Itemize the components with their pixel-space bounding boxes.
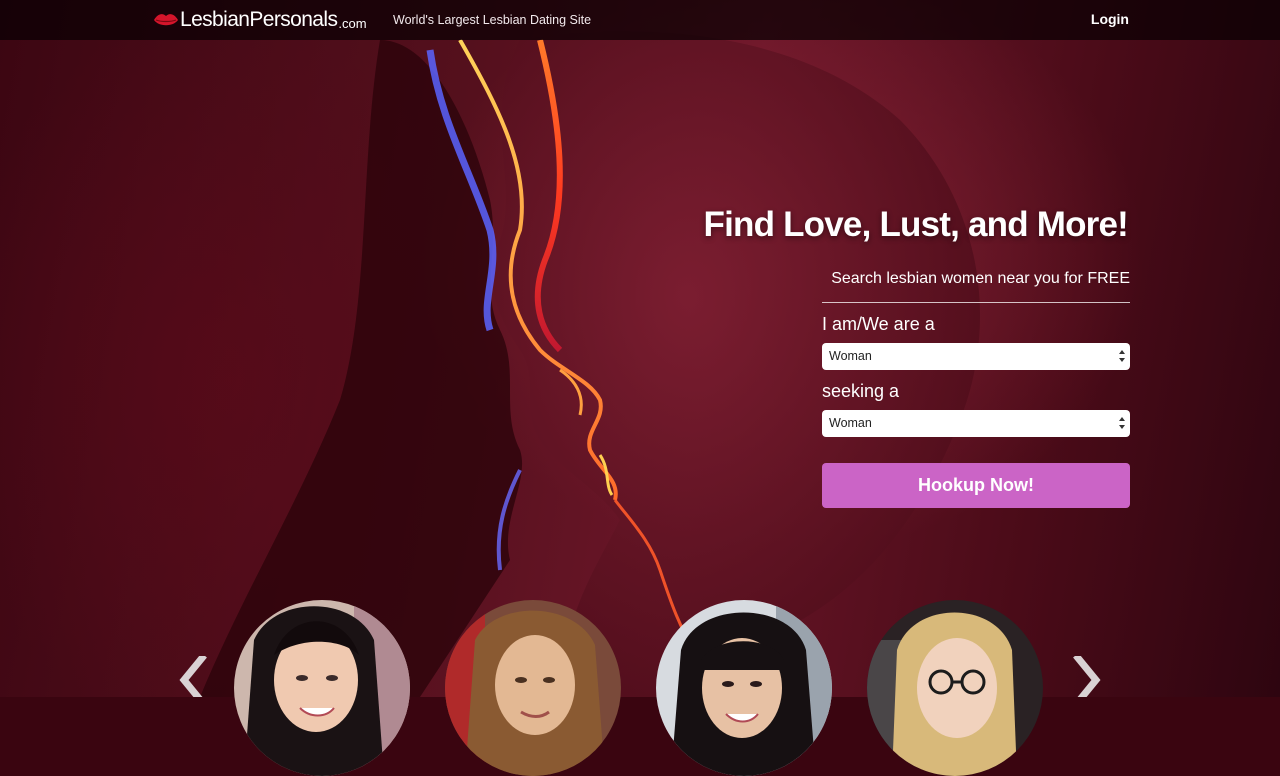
gender-label: I am/We are a [822, 314, 935, 334]
select-arrows-icon [1119, 350, 1125, 362]
gender-select[interactable]: Woman [822, 343, 1130, 370]
profile-photo-2-image [445, 600, 621, 776]
chevron-right-icon[interactable] [1068, 656, 1108, 697]
site-tagline: World's Largest Lesbian Dating Site [393, 13, 592, 27]
login-link[interactable]: Login [1091, 11, 1129, 27]
gender-select-value: Woman [829, 349, 872, 363]
site-logo[interactable]: LesbianPersonals .com [153, 5, 367, 35]
profile-photo-4[interactable] [867, 600, 1043, 776]
hookup-now-button[interactable]: Hookup Now! [822, 463, 1130, 508]
lips-logo-icon [154, 14, 178, 26]
profile-photo-1-image [234, 600, 410, 776]
search-form: Search lesbian women near you for FREE I… [822, 270, 1130, 508]
profile-photo-4-image [867, 600, 1043, 776]
logo-text: LesbianPersonals [180, 8, 338, 31]
seeking-select-value: Woman [829, 416, 872, 430]
hero-headline: Find Love, Lust, and More! [703, 205, 1129, 244]
top-navigation-bar: LesbianPersonals .com World's Largest Le… [0, 0, 1280, 40]
profile-photo-2[interactable] [445, 600, 621, 776]
seeking-label: seeking a [822, 381, 900, 401]
logo-domain: .com [338, 15, 367, 31]
chevron-left-icon[interactable] [172, 656, 212, 697]
search-subheading: Search lesbian women near you for FREE [822, 270, 1130, 303]
seeking-select[interactable]: Woman [822, 410, 1130, 437]
profile-photo-1[interactable] [234, 600, 410, 776]
profile-photo-3-image [656, 600, 832, 776]
select-arrows-icon [1119, 417, 1125, 429]
profile-photo-3[interactable] [656, 600, 832, 776]
